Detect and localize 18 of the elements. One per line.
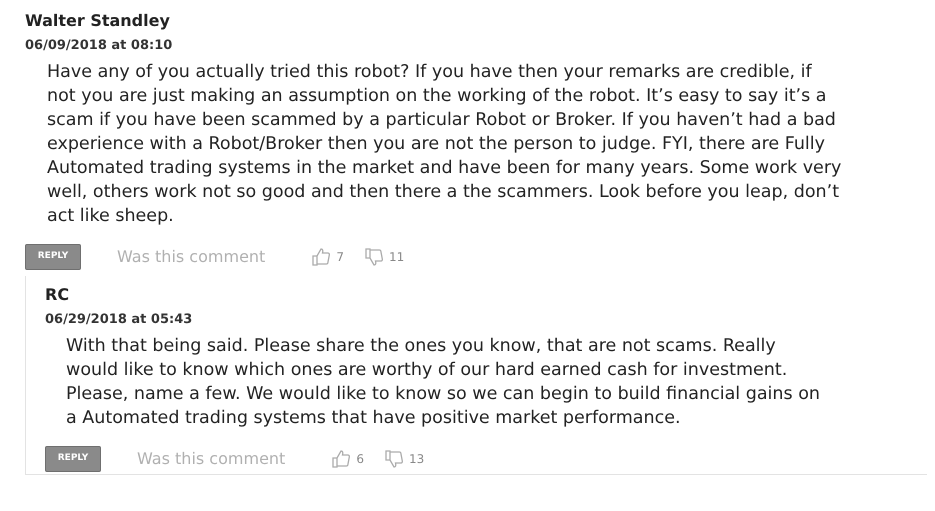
dislike-count: 11 (388, 249, 404, 266)
author-name: RC (45, 284, 70, 306)
thumbs-up-icon[interactable] (311, 247, 332, 267)
comment-text: Have any of you actually tried this robot? If you have then your remarks are credible, if not you are just making an assumption on the working of the robot. It’s easy to say it’s a scam if you have been scammed by a particular Robot or Broker. If you haven’t had a bad experience with a Robot/Broker then you are not the person to judge. FYI, there are Fully Automated trading systems in the market and have been for many years. Some work very well, others work not so good and then there a the scammers. Look before you leap, don’t act like sheep. (46, 61, 842, 228)
feedback-prompt: Was this comment (117, 246, 266, 268)
dislike-count: 13 (408, 451, 424, 468)
comment-date: 06/29/2018 at 05:43 (45, 311, 194, 329)
author-name: Walter Standley (25, 10, 171, 32)
feedback-prompt: Was this comment (137, 448, 286, 470)
comment-date: 06/09/2018 at 08:10 (25, 37, 174, 55)
like-count: 6 (356, 451, 364, 468)
thumbs-up-icon[interactable] (331, 449, 352, 469)
thumbs-down-icon[interactable] (384, 449, 404, 469)
comment-text: With that being said. Please share the ones you know, that are not scams. Really would like to know which ones are worthy of our hard earned cash for investment. Please, name a few. We would like to know so we can begin to build financial gains on a Automated trading systems that have positive market performance. (65, 335, 821, 430)
thumbs-down-icon[interactable] (364, 247, 384, 267)
like-count: 7 (336, 249, 344, 266)
reply-button[interactable]: REPLY (25, 244, 81, 270)
reply-button[interactable]: REPLY (45, 446, 101, 472)
